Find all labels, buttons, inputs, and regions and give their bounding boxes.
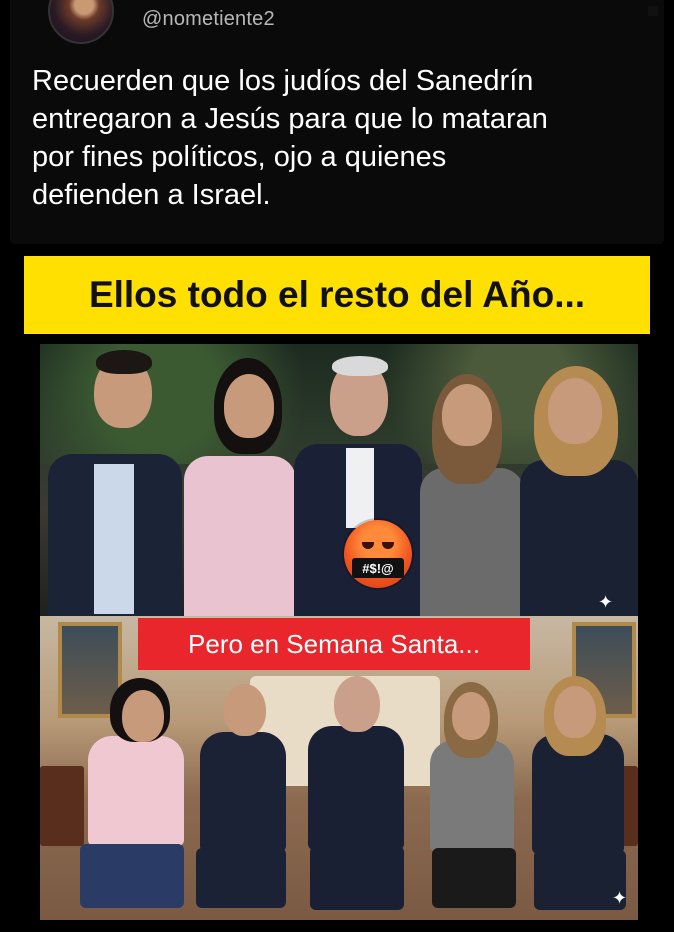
meme-red-label: Pero en Semana Santa...	[138, 618, 530, 670]
angry-face-emoji: #$!@	[344, 520, 412, 588]
meme-image[interactable]: Ellos todo el resto del Año... #$!@ ✦ ✦ …	[20, 248, 656, 930]
avatar[interactable]	[48, 0, 114, 44]
more-options-icon[interactable]	[648, 6, 658, 16]
tweet-text: Recuerden que los judíos del Sanedrín en…	[32, 65, 548, 211]
user-handle[interactable]: @nometiente2	[142, 8, 275, 31]
photo-top: #$!@ ✦	[40, 344, 638, 616]
sparkle-icon: ✦	[598, 592, 614, 612]
tweet-card: @nometiente2 Recuerden que los judíos de…	[10, 0, 664, 244]
meme-banner: Ellos todo el resto del Año...	[24, 256, 650, 334]
sparkle-icon-bottom: ✦	[612, 888, 628, 908]
emoji-censor-text: #$!@	[352, 558, 404, 578]
